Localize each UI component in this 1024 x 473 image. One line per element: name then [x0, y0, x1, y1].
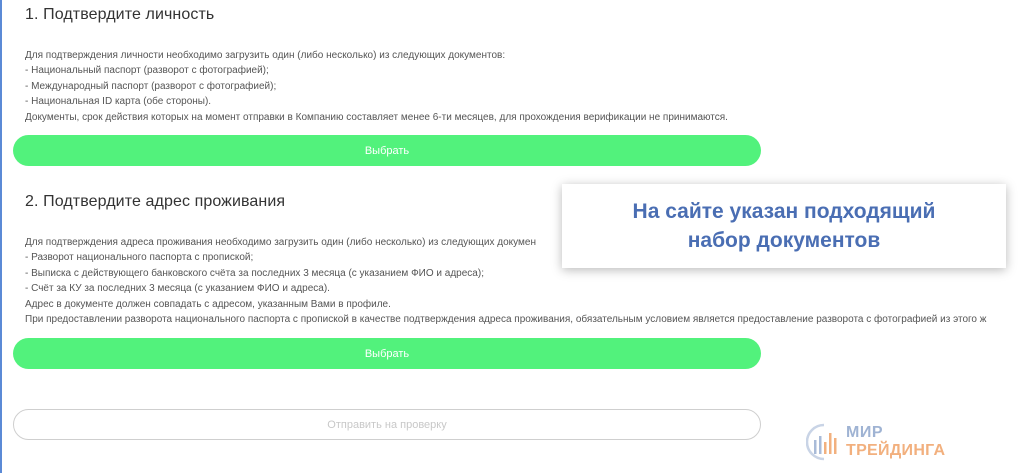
description-line: - Счёт за КУ за последних 3 месяца (с ук… [25, 283, 330, 295]
select-identity-document-button[interactable]: Выбрать [13, 135, 761, 166]
watermark-text-bottom: ТРЕЙДИНГА [846, 442, 946, 459]
left-border [0, 0, 2, 473]
verification-page: 1. Подтвердите личность Для подтверждени… [0, 0, 1024, 473]
callout-line-1: На сайте указан подходящий [632, 200, 936, 223]
select-address-document-button[interactable]: Выбрать [13, 338, 761, 369]
section-identity-description: Для подтверждения личности необходимо за… [25, 48, 728, 125]
description-line: Для подтверждения личности необходимо за… [25, 50, 506, 61]
description-line: При предоставлении разворота национально… [25, 314, 987, 326]
section-address-title: 2. Подтвердите адрес проживания [25, 193, 286, 210]
submit-for-review-button[interactable]: Отправить на проверку [13, 409, 761, 440]
annotation-callout: На сайте указан подходящий набор докумен… [562, 184, 1006, 268]
section-identity-title: 1. Подтвердите личность [25, 6, 215, 23]
description-line: - Национальная ID карта (обе стороны). [25, 96, 212, 108]
callout-line-2: набор документов [687, 229, 881, 252]
candlestick-chart-icon [806, 423, 837, 461]
description-line: - Международный паспорт (разворот с фото… [25, 80, 277, 92]
watermark-text-top: МИР [846, 424, 883, 441]
description-line: - Выписка с действующего банковского счё… [25, 267, 484, 279]
description-line: - Национальный паспорт (разворот с фотог… [25, 65, 269, 77]
description-line: Адрес в документе должен совпадать с адр… [25, 298, 391, 310]
watermark-logo: МИР ТРЕЙДИНГА [806, 420, 966, 464]
description-line: Документы, срок действия которых на моме… [25, 111, 728, 123]
